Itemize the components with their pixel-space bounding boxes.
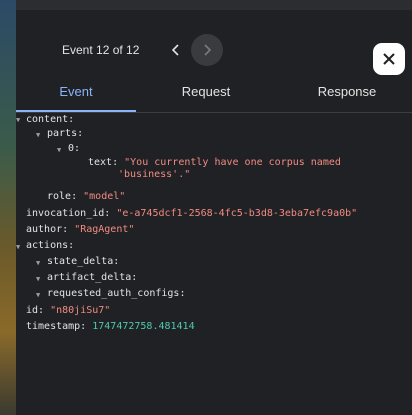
json-row-content: content: [26,114,75,125]
json-row-artifact-delta: artifact_delta: [47,272,138,283]
json-row-requested-auth-configs: requested_auth_configs: [47,288,186,299]
detail-tabs: Event Request Response [16,72,412,113]
json-row-role: role: "model" [47,191,126,202]
expand-caret-icon[interactable]: ▼ [36,275,40,283]
chevron-left-icon [171,44,179,56]
json-row-parts: parts: [47,128,84,139]
close-icon [383,53,395,65]
background-wallpaper [0,0,16,415]
expand-caret-icon[interactable]: ▼ [57,146,61,154]
close-button[interactable] [373,43,405,75]
json-row-invocation-id: invocation_id: "e-a745dcf1-2568-4fc5-b3d… [26,208,358,219]
json-row-timestamp: timestamp: 1747472758.481414 [26,321,195,332]
json-row-actions: actions: [26,240,75,251]
next-event-button[interactable] [191,34,223,66]
event-inspector-panel: Event 12 of 12 Event Request Response ▼ … [16,0,412,415]
expand-caret-icon[interactable]: ▼ [16,116,20,124]
invocation-id-value: "e-a745dcf1-2568-4fc5-b3d8-3eba7efc9a0b" [116,208,358,219]
panel-top-bar [16,0,412,10]
expand-caret-icon[interactable]: ▼ [36,291,40,299]
json-row-text-cont: 'business'." [118,168,190,182]
tab-request[interactable]: Request [144,72,268,111]
id-value: "n80jiSu7" [50,305,111,316]
previous-event-button[interactable] [160,34,192,66]
event-counter: Event 12 of 12 [62,43,140,57]
event-navigation: Event 12 of 12 [16,10,412,75]
expand-caret-icon[interactable]: ▼ [36,259,40,267]
tab-response[interactable]: Response [282,72,412,111]
json-row-state-delta: state_delta: [47,256,120,267]
author-value: "RagAgent" [74,224,135,235]
timestamp-value: 1747472758.481414 [92,321,195,332]
text-value-line1: "You currently have one corpus named [124,157,341,168]
tab-event[interactable]: Event [16,72,136,112]
text-value-line2: 'business'." [118,169,191,180]
chevron-right-icon [204,44,212,56]
expand-caret-icon[interactable]: ▼ [36,131,40,139]
json-row-part-0: 0: [68,143,81,154]
json-row-id: id: "n80jiSu7" [26,305,111,316]
role-value: "model" [83,191,126,202]
expand-caret-icon[interactable]: ▼ [16,243,20,251]
json-row-author: author: "RagAgent" [26,224,135,235]
